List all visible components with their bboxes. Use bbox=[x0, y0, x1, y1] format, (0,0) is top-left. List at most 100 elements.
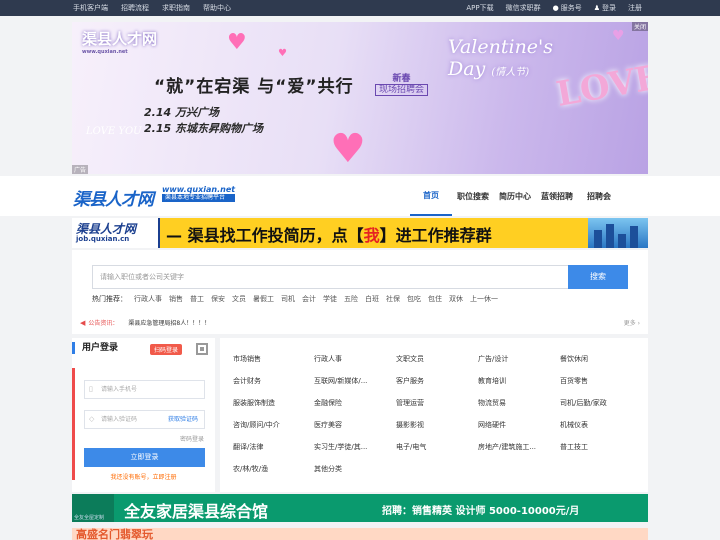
top-link-wechat-group[interactable]: 微信求职群 bbox=[506, 3, 541, 13]
category-link[interactable]: 服装服饰制造 bbox=[233, 398, 275, 408]
category-link[interactable]: 广告/设计 bbox=[478, 354, 508, 364]
category-link[interactable]: 客户服务 bbox=[396, 376, 424, 386]
category-link[interactable]: 医疗美容 bbox=[314, 420, 342, 430]
top-link-login[interactable]: ♟ 登录 bbox=[594, 3, 616, 13]
banner-ad[interactable]: 渠县人才网 www.quxian.net ♥ ♥ ♥ ♥ “就”在宕渠 与“爱”共… bbox=[72, 22, 648, 174]
login-title: 用户登录 bbox=[72, 342, 118, 354]
hot-keyword[interactable]: 保安 bbox=[211, 294, 225, 304]
ad-tag: 广告 bbox=[72, 165, 89, 174]
top-link-mobile[interactable]: 手机客户端 bbox=[73, 3, 108, 13]
ad3-recruit: 招聘：销售精英 设计师 5000-10000元/月 bbox=[382, 506, 580, 517]
category-link[interactable]: 电子/电气 bbox=[396, 442, 426, 452]
ad2-logo: 渠县人才网 job.quxian.cn bbox=[72, 218, 160, 248]
top-link-process[interactable]: 招聘流程 bbox=[121, 3, 149, 13]
ad3-title: 全友家居渠县综合馆 bbox=[124, 502, 269, 521]
hot-keyword[interactable]: 司机 bbox=[281, 294, 295, 304]
category-link[interactable]: 翻译/法律 bbox=[233, 442, 263, 452]
hot-keyword[interactable]: 会计 bbox=[302, 294, 316, 304]
category-link[interactable]: 农/林/牧/渔 bbox=[233, 464, 268, 474]
hot-keyword[interactable]: 销售 bbox=[169, 294, 183, 304]
category-link[interactable]: 司机/后勤/家政 bbox=[560, 398, 607, 408]
login-button[interactable]: 立即登录 bbox=[84, 448, 205, 467]
category-link[interactable]: 互联网/新媒体/... bbox=[314, 376, 367, 386]
nav-home[interactable]: 首页 bbox=[410, 176, 452, 216]
scan-login-button[interactable]: 扫码登录 bbox=[150, 344, 183, 355]
hot-keyword[interactable]: 白班 bbox=[365, 294, 379, 304]
category-link[interactable]: 教育培训 bbox=[478, 376, 506, 386]
heart-icon: ♥ bbox=[227, 30, 247, 55]
banner-valentine: Valentine's Day (情人节) bbox=[448, 36, 554, 80]
hot-label: 热门推荐： bbox=[92, 295, 127, 303]
top-link-app[interactable]: APP下载 bbox=[466, 3, 493, 13]
speaker-icon: ◀ bbox=[80, 318, 86, 327]
phone-icon: ▯ bbox=[89, 385, 93, 393]
site-logo[interactable]: 渠县人才网 bbox=[73, 185, 154, 210]
hot-keyword[interactable]: 包住 bbox=[428, 294, 442, 304]
category-link[interactable]: 房地产/建筑施工... bbox=[478, 442, 536, 452]
hot-keyword[interactable]: 包吃 bbox=[407, 294, 421, 304]
hot-keyword[interactable]: 上一休一 bbox=[470, 294, 498, 304]
get-code-button[interactable]: 获取验证码 bbox=[168, 411, 198, 428]
heart-icon: ♥ bbox=[330, 126, 366, 172]
banner-line-1: 2.14 万兴广场 bbox=[144, 106, 219, 119]
category-link[interactable]: 摄影影视 bbox=[396, 420, 424, 430]
user-icon: ♟ bbox=[593, 4, 600, 12]
category-link[interactable]: 会计财务 bbox=[233, 376, 261, 386]
category-link[interactable]: 餐饮休闲 bbox=[560, 354, 588, 364]
search-input[interactable]: 请输入职位或者公司关键字 bbox=[92, 265, 568, 289]
top-link-register[interactable]: 注册 bbox=[628, 3, 642, 13]
category-link[interactable]: 实习生/学徒/其... bbox=[314, 442, 367, 452]
notice-more-link[interactable]: 更多 › bbox=[624, 318, 640, 327]
category-link[interactable]: 金融保险 bbox=[314, 398, 342, 408]
nav-job-fair[interactable]: 招聘会 bbox=[578, 176, 620, 216]
hot-keyword[interactable]: 文员 bbox=[232, 294, 246, 304]
hot-keyword[interactable]: 行政人事 bbox=[134, 294, 162, 304]
category-link[interactable]: 机械仪表 bbox=[560, 420, 588, 430]
hot-keywords: 热门推荐： 行政人事 销售 普工 保安 文员 暑假工 司机 会计 学徒 五险 白… bbox=[92, 294, 498, 304]
top-link-help[interactable]: 帮助中心 bbox=[203, 3, 231, 13]
hot-keyword[interactable]: 暑假工 bbox=[253, 294, 274, 304]
register-link[interactable]: 我还没有账号，立即注册 bbox=[72, 472, 215, 481]
hot-keyword[interactable]: 双休 bbox=[449, 294, 463, 304]
furniture-ad[interactable]: 全友全屋定制 全友家居渠县综合馆 招聘：销售精英 设计师 5000-10000元… bbox=[72, 494, 648, 522]
search-button[interactable]: 搜索 bbox=[568, 265, 628, 289]
banner-close-button[interactable]: 关闭 bbox=[631, 22, 648, 31]
banner-title: “就”在宕渠 与“爱”共行 bbox=[154, 77, 354, 97]
wechat-icon: ● bbox=[552, 4, 559, 12]
category-link[interactable]: 物流贸易 bbox=[478, 398, 506, 408]
ad4-text: 高盛名门翡翠玩 bbox=[76, 528, 153, 540]
password-login-link[interactable]: 密码登录 bbox=[180, 434, 204, 443]
category-link[interactable]: 文职文员 bbox=[396, 354, 424, 364]
login-accent-bar bbox=[72, 368, 75, 480]
qrcode-icon[interactable] bbox=[196, 343, 208, 355]
notice-link[interactable]: 渠县应急管理局招8人！！！！ bbox=[128, 318, 210, 327]
notice-bar: ◀ 公告资讯： 渠县应急管理局招8人！！！！ 更多 › bbox=[80, 318, 640, 328]
nav-job-search[interactable]: 职位搜索 bbox=[452, 176, 494, 216]
phone-field[interactable]: ▯ 请输入手机号 bbox=[84, 380, 205, 399]
code-field[interactable]: ◇ 请输入验证码 获取验证码 bbox=[84, 410, 205, 429]
top-link-guide[interactable]: 求职指南 bbox=[162, 3, 190, 13]
shield-icon: ◇ bbox=[89, 415, 95, 423]
category-link[interactable]: 行政人事 bbox=[314, 354, 342, 364]
hot-keyword[interactable]: 五险 bbox=[344, 294, 358, 304]
real-estate-ad[interactable]: 高盛名门翡翠玩 bbox=[72, 528, 648, 540]
login-panel: 用户登录 扫码登录 ▯ 请输入手机号 ◇ 请输入验证码 获取验证码 密码登录 立即登… bbox=[72, 338, 215, 492]
banner-newyear: 新春 现场招聘会 bbox=[375, 74, 429, 96]
category-link[interactable]: 其他分类 bbox=[314, 464, 342, 474]
hot-keyword[interactable]: 学徒 bbox=[323, 294, 337, 304]
category-link[interactable]: 百货零售 bbox=[560, 376, 588, 386]
top-link-service-account[interactable]: ● 服务号 bbox=[553, 3, 582, 13]
category-link[interactable]: 市场销售 bbox=[233, 354, 261, 364]
category-link[interactable]: 普工技工 bbox=[560, 442, 588, 452]
hot-keyword[interactable]: 普工 bbox=[190, 294, 204, 304]
category-link[interactable]: 网络硬件 bbox=[478, 420, 506, 430]
nav-resume-center[interactable]: 简历中心 bbox=[494, 176, 536, 216]
category-link[interactable]: 咨询/顾问/中介 bbox=[233, 420, 280, 430]
hot-keyword[interactable]: 社保 bbox=[386, 294, 400, 304]
job-categories: 市场销售 行政人事 文职文员 广告/设计 餐饮休闲 会计财务 互联网/新媒体/.… bbox=[220, 338, 648, 492]
search-panel: 请输入职位或者公司关键字 搜索 热门推荐： 行政人事 销售 普工 保安 文员 暑… bbox=[72, 250, 648, 334]
main-nav: 首页 职位搜索 简历中心 蓝领招聘 招聘会 bbox=[410, 176, 620, 216]
nav-blue-collar[interactable]: 蓝领招聘 bbox=[536, 176, 578, 216]
wechat-group-ad[interactable]: 渠县人才网 job.quxian.cn — 渠县找工作投简历，点【我】进工作推荐… bbox=[72, 218, 648, 248]
category-link[interactable]: 管理运营 bbox=[396, 398, 424, 408]
